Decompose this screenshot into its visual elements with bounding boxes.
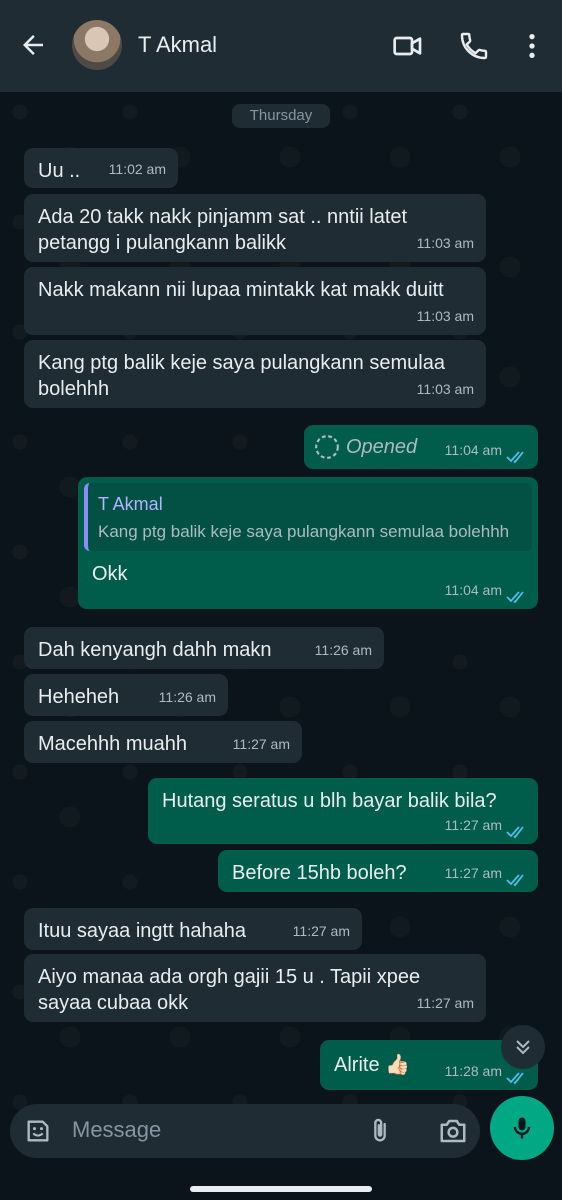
contact-name[interactable]: T Akmal: [138, 32, 217, 58]
voice-message-button[interactable]: [490, 1096, 554, 1160]
scroll-to-bottom-button[interactable]: [501, 1025, 545, 1069]
message-bubble-incoming[interactable]: Macehhh muahh 11:27 am: [24, 721, 302, 763]
read-ticks-icon: [506, 591, 524, 604]
quoted-sender: T Akmal: [98, 494, 163, 514]
microphone-icon: [513, 1117, 531, 1139]
camera-icon[interactable]: [438, 1116, 468, 1146]
message-text: Heheheh: [38, 686, 120, 708]
message-time: 11:27 am: [444, 817, 502, 833]
chat-header: T Akmal: [0, 0, 562, 92]
back-arrow-icon[interactable]: [18, 30, 48, 60]
message-text: Aiyo manaa ada orgh gajii 15 u . Tapii x…: [38, 966, 421, 1014]
message-time: 11:27 am: [444, 865, 502, 881]
message-bubble-incoming[interactable]: Heheheh 11:26 am: [24, 674, 228, 716]
message-time: 11:03 am: [416, 235, 474, 251]
message-bubble-outgoing-view-once[interactable]: Opened 11:04 am: [304, 425, 538, 469]
message-text: Alrite 👍🏻: [334, 1054, 411, 1076]
message-bubble-outgoing[interactable]: Before 15hb boleh? 11:27 am: [218, 850, 538, 892]
message-time: 11:04 am: [444, 582, 502, 598]
message-time: 11:27 am: [292, 923, 350, 939]
message-bubble-incoming[interactable]: Uu .. 11:02 am: [24, 148, 178, 188]
more-options-icon[interactable]: [516, 30, 548, 62]
message-text: Opened: [346, 436, 418, 458]
view-once-opened-icon: [315, 435, 339, 459]
quoted-message[interactable]: T Akmal Kang ptg balik keje saya pulangk…: [84, 483, 532, 551]
read-ticks-icon: [506, 1072, 524, 1085]
quoted-text: Kang ptg balik keje saya pulangkann semu…: [98, 522, 510, 541]
message-time: 11:03 am: [416, 381, 474, 397]
message-text: Before 15hb boleh?: [232, 862, 407, 884]
message-text: Ada 20 takk nakk pinjamm sat .. nntii la…: [38, 206, 408, 254]
message-text: Kang ptg balik keje saya pulangkann semu…: [38, 352, 445, 400]
message-bubble-incoming[interactable]: Kang ptg balik keje saya pulangkann semu…: [24, 340, 486, 408]
message-time: 11:28 am: [444, 1063, 502, 1079]
message-text: Uu ..: [38, 160, 81, 182]
message-time: 11:26 am: [314, 642, 372, 658]
message-time: 11:27 am: [232, 736, 290, 752]
message-text: Dah kenyangh dahh makn: [38, 639, 272, 661]
message-text: Okk: [92, 563, 128, 585]
read-ticks-icon: [506, 826, 524, 839]
double-chevron-down-icon: [516, 1040, 530, 1055]
attach-paperclip-icon[interactable]: [366, 1116, 394, 1146]
message-time: 11:04 am: [444, 442, 502, 458]
message-bubble-incoming[interactable]: Ada 20 takk nakk pinjamm sat .. nntii la…: [24, 194, 486, 262]
home-indicator: [190, 1186, 372, 1192]
message-text: Macehhh muahh: [38, 733, 187, 755]
message-bubble-incoming[interactable]: Aiyo manaa ada orgh gajii 15 u . Tapii x…: [24, 954, 486, 1022]
message-bubble-incoming[interactable]: Dah kenyangh dahh makn 11:26 am: [24, 627, 384, 669]
video-call-icon[interactable]: [392, 30, 424, 62]
message-composer[interactable]: Message: [10, 1104, 480, 1158]
message-bubble-outgoing[interactable]: Hutang seratus u blh bayar balik bila? 1…: [148, 778, 538, 844]
date-divider: Thursday: [232, 104, 330, 128]
message-bubble-incoming[interactable]: Nakk makann nii lupaa mintakk kat makk d…: [24, 267, 486, 335]
message-input[interactable]: Message: [72, 1117, 161, 1143]
message-time: 11:02 am: [108, 161, 166, 177]
emoji-sticker-icon[interactable]: [24, 1117, 52, 1145]
voice-call-icon[interactable]: [458, 30, 490, 62]
message-text: Hutang seratus u blh bayar balik bila?: [162, 790, 497, 812]
read-ticks-icon: [506, 874, 524, 887]
message-text: Ituu sayaa ingtt hahaha: [38, 920, 246, 942]
message-bubble-outgoing-reply[interactable]: T Akmal Kang ptg balik keje saya pulangk…: [78, 477, 538, 609]
message-time: 11:26 am: [158, 689, 216, 705]
message-text: Nakk makann nii lupaa mintakk kat makk d…: [38, 279, 444, 301]
message-time: 11:03 am: [416, 308, 474, 324]
avatar[interactable]: [72, 20, 122, 70]
message-time: 11:27 am: [416, 995, 474, 1011]
message-bubble-incoming[interactable]: Ituu sayaa ingtt hahaha 11:27 am: [24, 908, 362, 950]
read-ticks-icon: [506, 451, 524, 464]
